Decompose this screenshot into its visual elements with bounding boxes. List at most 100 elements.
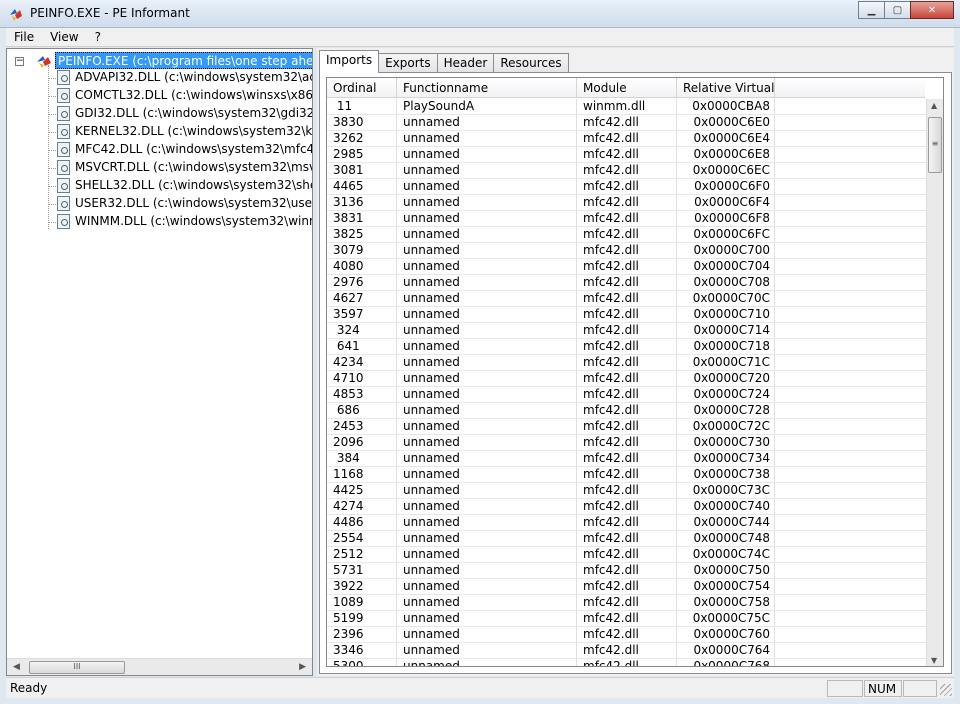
table-row[interactable]: 5300 unnamed mfc42.dll 0x0000C768 <box>327 659 927 666</box>
cell-rva: 0x0000C6F4 <box>677 195 775 210</box>
cell-functionname: unnamed <box>397 147 577 162</box>
cell-functionname: unnamed <box>397 563 577 578</box>
cell-ordinal: 1089 <box>327 595 397 610</box>
menu-view[interactable]: View <box>42 28 86 46</box>
tree-root-row[interactable]: − PEINFO.EXE (c:\program files\one step … <box>7 51 312 69</box>
imports-list[interactable]: Ordinal Functionname Module Relative Vir… <box>326 77 944 667</box>
table-row[interactable]: 2976 unnamed mfc42.dll 0x0000C708 <box>327 275 927 291</box>
cell-functionname: unnamed <box>397 275 577 290</box>
table-row[interactable]: 4425 unnamed mfc42.dll 0x0000C73C <box>327 483 927 499</box>
cell-filler <box>775 531 925 546</box>
table-row[interactable]: 11 PlaySoundA winmm.dll 0x0000CBA8 <box>327 99 927 115</box>
cell-ordinal: 3262 <box>327 131 397 146</box>
table-row[interactable]: 324 unnamed mfc42.dll 0x0000C714 <box>327 323 927 339</box>
tab-exports[interactable]: Exports <box>378 53 438 73</box>
cell-functionname: unnamed <box>397 323 577 338</box>
cell-filler <box>775 403 925 418</box>
status-text: Ready <box>10 681 48 695</box>
table-row[interactable]: 3830 unnamed mfc42.dll 0x0000C6E0 <box>327 115 927 131</box>
table-row[interactable]: 384 unnamed mfc42.dll 0x0000C734 <box>327 451 927 467</box>
cell-module: mfc42.dll <box>577 515 677 530</box>
table-row[interactable]: 3831 unnamed mfc42.dll 0x0000C6F8 <box>327 211 927 227</box>
table-row[interactable]: 2396 unnamed mfc42.dll 0x0000C760 <box>327 627 927 643</box>
table-row[interactable]: 3136 unnamed mfc42.dll 0x0000C6F4 <box>327 195 927 211</box>
table-row[interactable]: 2554 unnamed mfc42.dll 0x0000C748 <box>327 531 927 547</box>
cell-ordinal: 3922 <box>327 579 397 594</box>
cell-functionname: unnamed <box>397 531 577 546</box>
cell-rva: 0x0000C728 <box>677 403 775 418</box>
tab-resources[interactable]: Resources <box>493 53 569 73</box>
table-row[interactable]: 2453 unnamed mfc42.dll 0x0000C72C <box>327 419 927 435</box>
table-row[interactable]: 4710 unnamed mfc42.dll 0x0000C720 <box>327 371 927 387</box>
cell-rva: 0x0000C708 <box>677 275 775 290</box>
tab-header[interactable]: Header <box>436 53 495 73</box>
column-header-rva[interactable]: Relative Virtual... <box>677 78 775 98</box>
scroll-up-icon[interactable]: ▲ <box>931 101 937 110</box>
cell-filler <box>775 291 925 306</box>
list-header: Ordinal Functionname Module Relative Vir… <box>327 78 925 98</box>
cell-module: mfc42.dll <box>577 307 677 322</box>
menu-help[interactable]: ? <box>87 28 109 46</box>
cell-rva: 0x0000C6F8 <box>677 211 775 226</box>
table-row[interactable]: 3081 unnamed mfc42.dll 0x0000C6EC <box>327 163 927 179</box>
cell-module: mfc42.dll <box>577 611 677 626</box>
table-row[interactable]: 4234 unnamed mfc42.dll 0x0000C71C <box>327 355 927 371</box>
scroll-right-icon[interactable]: ▶ <box>299 662 306 672</box>
cell-ordinal: 4465 <box>327 179 397 194</box>
cell-ordinal: 4274 <box>327 499 397 514</box>
table-row[interactable]: 3262 unnamed mfc42.dll 0x0000C6E4 <box>327 131 927 147</box>
cell-functionname: unnamed <box>397 115 577 130</box>
table-row[interactable]: 3346 unnamed mfc42.dll 0x0000C764 <box>327 643 927 659</box>
table-row[interactable]: 3079 unnamed mfc42.dll 0x0000C700 <box>327 243 927 259</box>
cell-ordinal: 2512 <box>327 547 397 562</box>
table-row[interactable]: 2096 unnamed mfc42.dll 0x0000C730 <box>327 435 927 451</box>
window-title: PEINFO.EXE - PE Informant <box>30 6 190 20</box>
menu-file[interactable]: File <box>6 28 42 46</box>
column-header-functionname[interactable]: Functionname <box>397 78 577 98</box>
table-row[interactable]: 641 unnamed mfc42.dll 0x0000C718 <box>327 339 927 355</box>
table-row[interactable]: 2985 unnamed mfc42.dll 0x0000C6E8 <box>327 147 927 163</box>
minimize-icon: ▁ <box>867 4 876 16</box>
table-row[interactable]: 5731 unnamed mfc42.dll 0x0000C750 <box>327 563 927 579</box>
table-row[interactable]: 4627 unnamed mfc42.dll 0x0000C70C <box>327 291 927 307</box>
maximize-button[interactable]: ▢ <box>884 1 911 19</box>
column-header-module[interactable]: Module <box>577 78 677 98</box>
column-header-ordinal[interactable]: Ordinal <box>327 78 397 98</box>
table-row[interactable]: 4080 unnamed mfc42.dll 0x0000C704 <box>327 259 927 275</box>
table-row[interactable]: 4274 unnamed mfc42.dll 0x0000C740 <box>327 499 927 515</box>
minimize-button[interactable]: ▁ <box>858 1 885 19</box>
scroll-down-icon[interactable]: ▼ <box>931 656 937 665</box>
list-vertical-scrollbar[interactable]: ▲ ≡ ▼ <box>926 99 943 666</box>
cell-module: mfc42.dll <box>577 403 677 418</box>
table-row[interactable]: 3922 unnamed mfc42.dll 0x0000C754 <box>327 579 927 595</box>
table-row[interactable]: 3597 unnamed mfc42.dll 0x0000C710 <box>327 307 927 323</box>
close-button[interactable]: ✕ <box>910 1 954 19</box>
table-row[interactable]: 4853 unnamed mfc42.dll 0x0000C724 <box>327 387 927 403</box>
scroll-left-icon[interactable]: ◀ <box>13 662 20 672</box>
table-row[interactable]: 2512 unnamed mfc42.dll 0x0000C74C <box>327 547 927 563</box>
table-row[interactable]: 686 unnamed mfc42.dll 0x0000C728 <box>327 403 927 419</box>
tree-horizontal-scrollbar[interactable]: ◀ III ▶ <box>7 658 312 675</box>
tree-item-label: GDI32.DLL (c:\windows\system32\gdi32.dll… <box>75 106 313 120</box>
dll-module-icon <box>57 70 70 85</box>
tab-imports[interactable]: Imports <box>319 50 380 73</box>
status-bar: Ready NUM <box>6 677 954 698</box>
table-row[interactable]: 1168 unnamed mfc42.dll 0x0000C738 <box>327 467 927 483</box>
table-row[interactable]: 5199 unnamed mfc42.dll 0x0000C75C <box>327 611 927 627</box>
scroll-thumb[interactable]: ≡ <box>928 117 942 173</box>
table-row[interactable]: 4486 unnamed mfc42.dll 0x0000C744 <box>327 515 927 531</box>
collapse-expander[interactable]: − <box>15 57 24 66</box>
cell-filler <box>775 467 925 482</box>
table-row[interactable]: 1089 unnamed mfc42.dll 0x0000C758 <box>327 595 927 611</box>
table-row[interactable]: 4465 unnamed mfc42.dll 0x0000C6F0 <box>327 179 927 195</box>
cell-filler <box>775 547 925 562</box>
table-row[interactable]: 3825 unnamed mfc42.dll 0x0000C6FC <box>327 227 927 243</box>
cell-ordinal: 324 <box>327 323 397 338</box>
cell-module: mfc42.dll <box>577 595 677 610</box>
tree-root-label[interactable]: PEINFO.EXE (c:\program files\one step ah… <box>55 52 312 69</box>
cell-functionname: unnamed <box>397 211 577 226</box>
resize-grip[interactable] <box>940 684 952 696</box>
scroll-thumb[interactable]: III <box>29 661 125 674</box>
cell-rva: 0x0000C71C <box>677 355 775 370</box>
module-tree[interactable]: − PEINFO.EXE (c:\program files\one step … <box>6 48 313 676</box>
